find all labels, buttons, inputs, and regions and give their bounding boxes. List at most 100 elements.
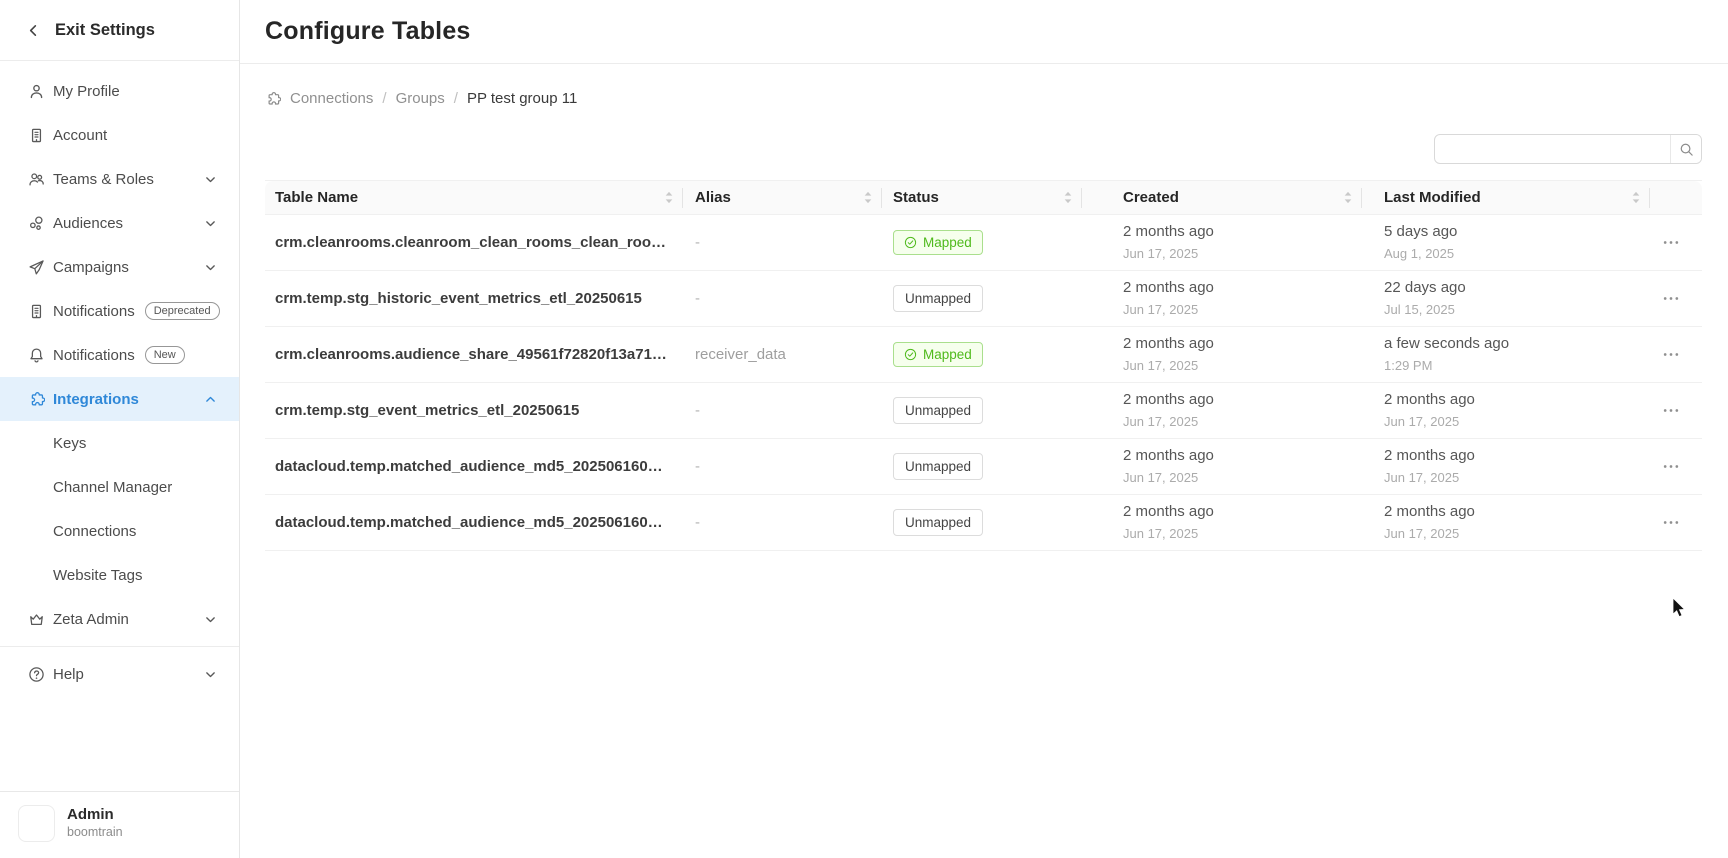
row-actions-button[interactable] (1656, 288, 1686, 310)
row-actions-button[interactable] (1656, 512, 1686, 534)
sidebar-nav: My Profile Account Teams & Roles Audienc… (0, 61, 239, 696)
column-header-status[interactable]: Status (882, 181, 1082, 215)
last-modified-cell: a few seconds ago 1:29 PM (1362, 327, 1650, 383)
status-badge: Mapped (893, 342, 983, 368)
new-badge: New (145, 346, 185, 364)
sidebar-subitem-label: Connections (53, 523, 136, 540)
ellipsis-icon (1662, 408, 1680, 413)
bell-icon (28, 347, 45, 364)
column-header-last-modified[interactable]: Last Modified (1362, 181, 1650, 215)
settings-sidebar: Exit Settings My Profile Account Teams &… (0, 0, 240, 858)
sort-icon (1631, 191, 1641, 204)
sidebar-subitem-channel-manager[interactable]: Channel Manager (0, 465, 239, 509)
breadcrumb-separator: / (454, 90, 458, 107)
created-cell: 2 months ago Jun 17, 2025 (1082, 327, 1362, 383)
column-header-created[interactable]: Created (1082, 181, 1362, 215)
last-modified-cell: 22 days ago Jul 15, 2025 (1362, 271, 1650, 327)
search-button[interactable] (1670, 135, 1701, 163)
status-badge: Unmapped (893, 285, 983, 313)
column-header-alias[interactable]: Alias (683, 181, 882, 215)
status-cell: Mapped (882, 327, 1082, 383)
alias-cell: - (683, 495, 882, 551)
alias-cell: - (683, 215, 882, 271)
breadcrumb-link-groups[interactable]: Groups (396, 90, 445, 107)
chevron-down-icon (204, 261, 217, 274)
last-modified-cell: 2 months ago Jun 17, 2025 (1362, 495, 1650, 551)
last-modified-cell: 5 days ago Aug 1, 2025 (1362, 215, 1650, 271)
row-actions-button[interactable] (1656, 344, 1686, 366)
ellipsis-icon (1662, 296, 1680, 301)
sidebar-item-notifications-new[interactable]: Notifications New (0, 333, 239, 377)
sidebar-item-account[interactable]: Account (0, 113, 239, 157)
sidebar-subitem-connections[interactable]: Connections (0, 509, 239, 553)
sidebar-item-label: Notifications (53, 347, 135, 364)
chevron-left-icon (26, 23, 41, 38)
sort-icon (1063, 191, 1073, 204)
sidebar-item-label: Account (53, 127, 107, 144)
search-input[interactable] (1435, 135, 1670, 163)
created-cell: 2 months ago Jun 17, 2025 (1082, 439, 1362, 495)
user-org: boomtrain (67, 824, 123, 840)
table-row: crm.cleanrooms.cleanroom_clean_rooms_cle… (265, 215, 1702, 271)
sidebar-item-label: Campaigns (53, 259, 129, 276)
chevron-down-icon (204, 217, 217, 230)
row-actions-button[interactable] (1656, 232, 1686, 254)
alias-cell: receiver_data (683, 327, 882, 383)
cluster-icon (28, 215, 45, 232)
table-name-cell: datacloud.temp.matched_audience_md5_2025… (265, 439, 683, 495)
created-cell: 2 months ago Jun 17, 2025 (1082, 495, 1362, 551)
table-row: crm.temp.stg_historic_event_metrics_etl_… (265, 271, 1702, 327)
row-actions-button[interactable] (1656, 400, 1686, 422)
sidebar-item-label: Audiences (53, 215, 123, 232)
sidebar-item-label: Help (53, 666, 84, 683)
search-icon (1679, 142, 1694, 157)
actions-cell (1650, 215, 1702, 271)
paper-plane-icon (28, 259, 45, 276)
sidebar-item-help[interactable]: Help (0, 652, 239, 696)
table-header-row: Table Name Alias Status Created (265, 181, 1702, 215)
people-icon (28, 171, 45, 188)
table-row: datacloud.temp.matched_audience_md5_2025… (265, 439, 1702, 495)
row-actions-button[interactable] (1656, 456, 1686, 478)
column-header-table-name[interactable]: Table Name (265, 181, 683, 215)
building-icon (28, 127, 45, 144)
sidebar-item-my-profile[interactable]: My Profile (0, 69, 239, 113)
breadcrumb-link-connections[interactable]: Connections (290, 90, 373, 107)
check-circle-icon (904, 236, 917, 249)
sidebar-item-teams-roles[interactable]: Teams & Roles (0, 157, 239, 201)
alias-cell: - (683, 439, 882, 495)
sidebar-item-label: Zeta Admin (53, 611, 129, 628)
created-cell: 2 months ago Jun 17, 2025 (1082, 215, 1362, 271)
sort-icon (664, 191, 674, 204)
sidebar-subitem-keys[interactable]: Keys (0, 421, 239, 465)
actions-cell (1650, 495, 1702, 551)
sidebar-subitem-website-tags[interactable]: Website Tags (0, 553, 239, 597)
question-circle-icon (28, 666, 45, 683)
page-header: Configure Tables (240, 0, 1728, 64)
ellipsis-icon (1662, 352, 1680, 357)
sidebar-item-label: Notifications (53, 303, 135, 320)
table-name-cell: crm.temp.stg_event_metrics_etl_20250615 (265, 383, 683, 439)
status-cell: Unmapped (882, 383, 1082, 439)
alias-cell: - (683, 271, 882, 327)
status-badge: Unmapped (893, 397, 983, 425)
sidebar-item-campaigns[interactable]: Campaigns (0, 245, 239, 289)
column-header-actions (1650, 181, 1702, 215)
sidebar-item-zeta-admin[interactable]: Zeta Admin (0, 597, 239, 641)
sidebar-item-notifications-deprecated[interactable]: Notifications Deprecated (0, 289, 239, 333)
breadcrumb-current: PP test group 11 (467, 90, 577, 107)
exit-settings-button[interactable]: Exit Settings (0, 0, 239, 61)
ellipsis-icon (1662, 240, 1680, 245)
actions-cell (1650, 383, 1702, 439)
last-modified-cell: 2 months ago Jun 17, 2025 (1362, 383, 1650, 439)
chevron-up-icon (204, 393, 217, 406)
status-badge: Unmapped (893, 453, 983, 481)
sidebar-item-audiences[interactable]: Audiences (0, 201, 239, 245)
crown-icon (28, 611, 45, 628)
created-cell: 2 months ago Jun 17, 2025 (1082, 383, 1362, 439)
sidebar-item-integrations[interactable]: Integrations (0, 377, 239, 421)
status-cell: Unmapped (882, 271, 1082, 327)
breadcrumb: Connections / Groups / PP test group 11 (265, 90, 1702, 107)
table-name-cell: crm.temp.stg_historic_event_metrics_etl_… (265, 271, 683, 327)
user-account-button[interactable]: Admin boomtrain (0, 791, 239, 858)
